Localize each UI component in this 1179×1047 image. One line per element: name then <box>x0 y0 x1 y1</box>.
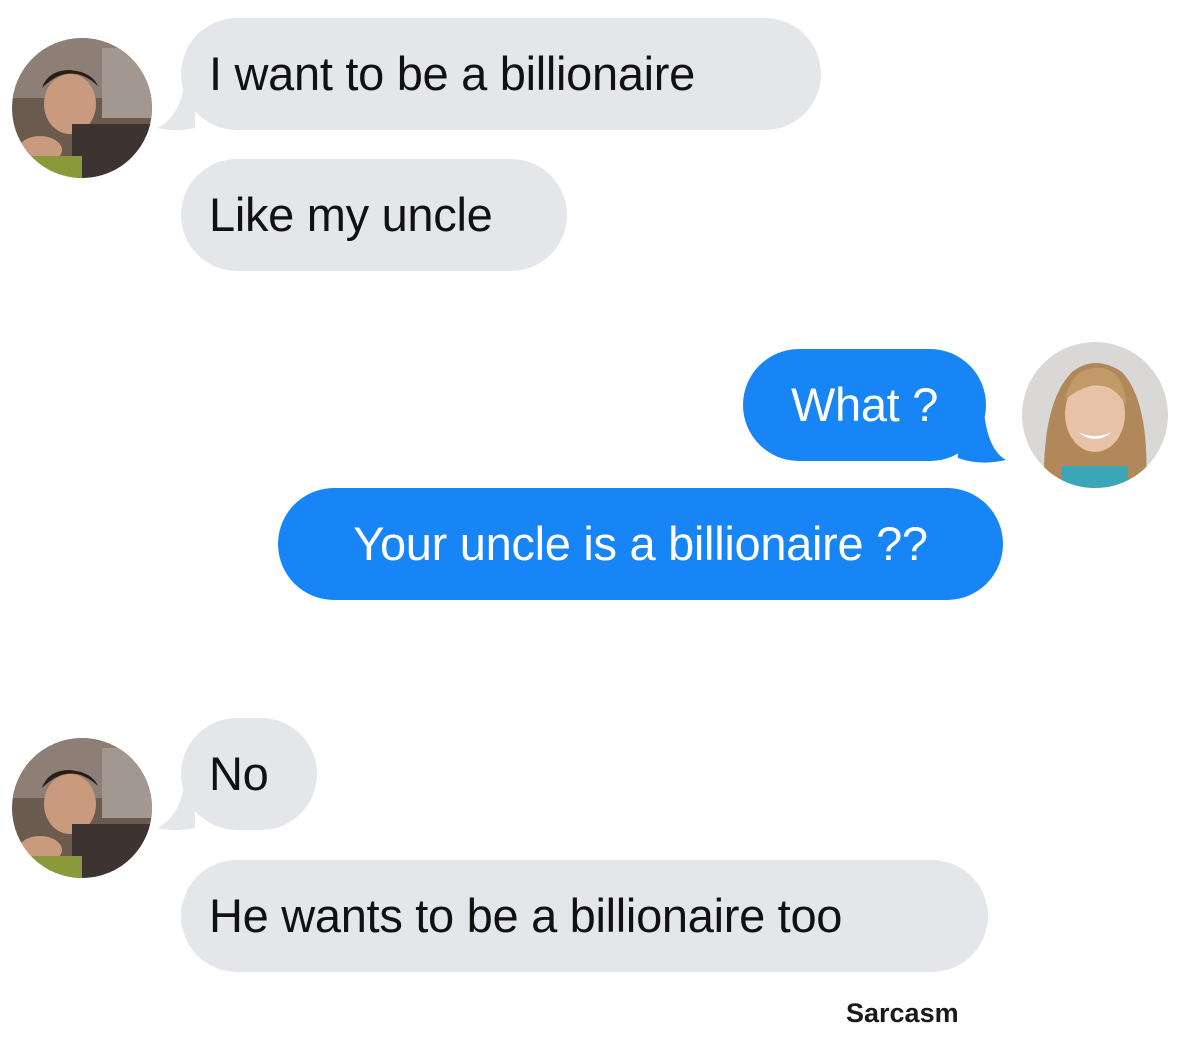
man-avatar <box>12 738 152 878</box>
message-bubble-outgoing[interactable]: Your uncle is a billionaire ?? <box>278 488 1003 600</box>
woman-avatar <box>1022 342 1168 488</box>
message-text: Your uncle is a billionaire ?? <box>353 517 928 570</box>
message-bubble-incoming[interactable]: I want to be a billionaire <box>181 18 821 130</box>
chat-screenshot: I want to be a billionaire Like my uncle… <box>0 0 1179 1047</box>
message-bubble-incoming[interactable]: He wants to be a billionaire too <box>181 860 988 972</box>
message-bubble-incoming[interactable]: No <box>181 718 317 830</box>
man-avatar <box>12 38 152 178</box>
message-text: What ? <box>790 378 939 431</box>
message-text: Like my uncle <box>209 188 493 241</box>
message-bubble-incoming[interactable]: Like my uncle <box>181 159 567 271</box>
message-text: I want to be a billionaire <box>209 47 695 100</box>
watermark: Sarcasm <box>846 998 959 1028</box>
message-text: He wants to be a billionaire too <box>209 889 843 942</box>
message-text: No <box>209 747 269 800</box>
message-bubble-outgoing[interactable]: What ? <box>743 349 986 461</box>
